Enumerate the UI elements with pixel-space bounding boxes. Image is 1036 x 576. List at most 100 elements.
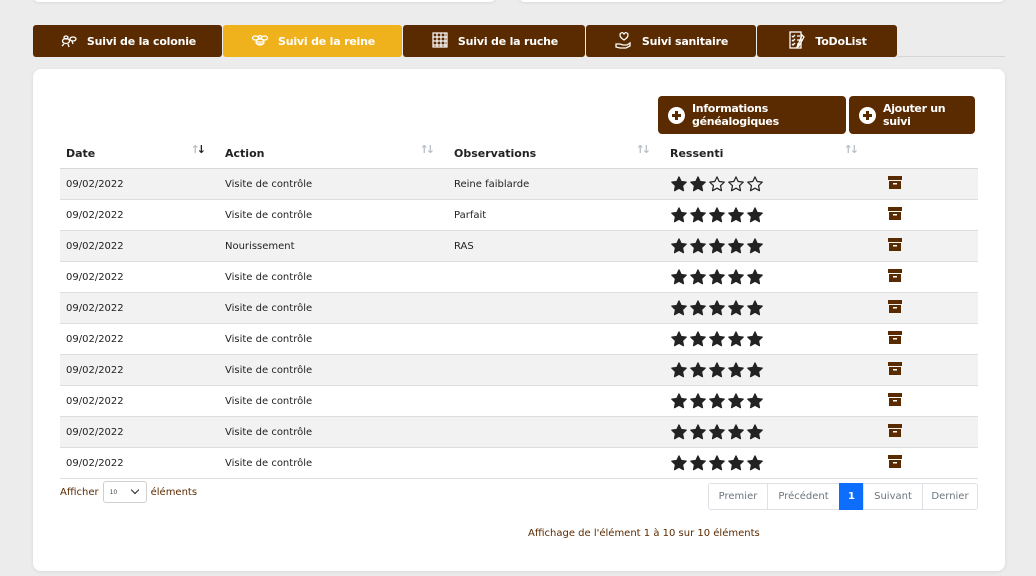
- cell-rating: [664, 261, 872, 293]
- archive-icon[interactable]: [888, 269, 902, 282]
- star-filled-icon: [709, 207, 725, 223]
- cell-action: Visite de contrôle: [219, 416, 448, 448]
- table-info: Affichage de l'élément 1 à 10 sur 10 élé…: [528, 528, 760, 539]
- cell-rating: [664, 385, 872, 417]
- star-filled-icon: [747, 424, 763, 440]
- cell-action: Visite de contrôle: [219, 354, 448, 386]
- cell-observations: [448, 416, 664, 448]
- archive-icon[interactable]: [888, 331, 902, 344]
- cell-date: 09/02/2022: [60, 385, 219, 417]
- page-length-suffix: éléments: [150, 486, 198, 498]
- plus-circle-icon: [859, 106, 876, 124]
- star-rating: [670, 330, 872, 348]
- pagination-next[interactable]: Suivant: [863, 483, 923, 510]
- cell-action: Nourissement: [219, 230, 448, 262]
- star-filled-icon: [671, 331, 687, 347]
- tab-hive[interactable]: Suivi de la ruche: [403, 25, 585, 57]
- column-header-action-label: Action: [225, 147, 265, 160]
- archive-icon[interactable]: [888, 393, 902, 406]
- page-length-select[interactable]: 10: [102, 481, 147, 503]
- table-row[interactable]: 09/02/2022 Visite de contrôle Parfait: [60, 199, 978, 231]
- cell-observations: [448, 261, 664, 293]
- star-filled-icon: [709, 424, 725, 440]
- star-filled-icon: [747, 269, 763, 285]
- cell-rating: [664, 292, 872, 324]
- star-rating: [670, 454, 872, 472]
- star-filled-icon: [690, 362, 706, 378]
- archive-icon[interactable]: [888, 207, 902, 220]
- star-filled-icon: [709, 331, 725, 347]
- archive-icon[interactable]: [888, 424, 902, 437]
- star-filled-icon: [690, 393, 706, 409]
- add-followup-button[interactable]: Ajouter un suivi: [849, 96, 975, 134]
- table-row[interactable]: 09/02/2022 Visite de contrôle: [60, 447, 978, 479]
- archive-icon[interactable]: [888, 300, 902, 313]
- tab-divider: [897, 56, 1005, 57]
- column-header-observations[interactable]: Observations ↑↓: [448, 139, 664, 169]
- cell-actions: [872, 261, 978, 293]
- star-rating: [670, 206, 872, 224]
- top-card-left: [33, 0, 496, 2]
- column-header-date[interactable]: Date ↑↓: [60, 139, 219, 169]
- sort-icon: ↑↓: [419, 143, 436, 156]
- tab-health[interactable]: Suivi sanitaire: [586, 25, 756, 57]
- archive-icon[interactable]: [888, 455, 902, 468]
- sort-icon: ↑↓: [635, 143, 652, 156]
- pagination-page-1[interactable]: 1: [839, 483, 864, 510]
- table-row[interactable]: 09/02/2022 Visite de contrôle: [60, 261, 978, 293]
- star-filled-icon: [690, 424, 706, 440]
- pagination: Premier Précédent 1 Suivant Dernier: [708, 483, 978, 510]
- table-row[interactable]: 09/02/2022 Visite de contrôle: [60, 354, 978, 386]
- tab-colony[interactable]: Suivi de la colonie: [33, 25, 222, 57]
- archive-icon[interactable]: [888, 176, 902, 189]
- star-filled-icon: [671, 300, 687, 316]
- column-header-observations-label: Observations: [454, 147, 537, 160]
- tab-todolist[interactable]: ToDoList: [757, 25, 897, 57]
- archive-icon[interactable]: [888, 362, 902, 375]
- cell-action: Visite de contrôle: [219, 385, 448, 417]
- genealogy-button[interactable]: Informations généalogiques: [658, 96, 846, 134]
- table-row[interactable]: 09/02/2022 Visite de contrôle: [60, 292, 978, 324]
- cell-actions: [872, 323, 978, 355]
- star-filled-icon: [709, 362, 725, 378]
- column-header-ressenti-label: Ressenti: [670, 147, 724, 160]
- star-empty-icon: [709, 176, 725, 192]
- table-row[interactable]: 09/02/2022 Nourissement RAS: [60, 230, 978, 262]
- star-filled-icon: [690, 207, 706, 223]
- star-rating: [670, 361, 872, 379]
- star-filled-icon: [747, 331, 763, 347]
- pagination-last[interactable]: Dernier: [922, 483, 978, 510]
- cell-observations: [448, 354, 664, 386]
- star-rating: [670, 268, 872, 286]
- top-card-right: [519, 0, 1005, 2]
- cell-observations: [448, 385, 664, 417]
- cell-observations: [448, 323, 664, 355]
- pagination-previous[interactable]: Précédent: [767, 483, 840, 510]
- cell-date: 09/02/2022: [60, 447, 219, 479]
- cell-observations: [448, 447, 664, 479]
- table-row[interactable]: 09/02/2022 Visite de contrôle: [60, 416, 978, 448]
- cell-rating: [664, 168, 872, 200]
- table-row[interactable]: 09/02/2022 Visite de contrôle: [60, 323, 978, 355]
- column-header-ressenti[interactable]: Ressenti ↑↓: [664, 139, 872, 169]
- cell-action: Visite de contrôle: [219, 261, 448, 293]
- table-row[interactable]: 09/02/2022 Visite de contrôle Reine faibla…: [60, 168, 978, 200]
- table-row[interactable]: 09/02/2022 Visite de contrôle: [60, 385, 978, 417]
- pagination-first[interactable]: Premier: [708, 483, 768, 510]
- checklist-icon: [787, 30, 807, 53]
- cell-date: 09/02/2022: [60, 292, 219, 324]
- cell-action: Visite de contrôle: [219, 323, 448, 355]
- archive-icon[interactable]: [888, 238, 902, 251]
- star-filled-icon: [671, 393, 687, 409]
- column-header-actions: [872, 139, 978, 169]
- star-filled-icon: [671, 176, 687, 192]
- tab-queen-label: Suivi de la reine: [277, 34, 376, 48]
- star-rating: [670, 237, 872, 255]
- cell-date: 09/02/2022: [60, 230, 219, 262]
- main-card: Informations généalogiques Ajouter un su…: [33, 69, 1005, 571]
- tab-queen[interactable]: Suivi de la reine: [223, 25, 402, 57]
- plus-circle-icon: [668, 106, 685, 124]
- column-header-action[interactable]: Action ↑↓: [219, 139, 448, 169]
- table-header-row: Date ↑↓ Action ↑↓ Observations ↑↓ Ressen…: [60, 139, 978, 169]
- star-filled-icon: [747, 362, 763, 378]
